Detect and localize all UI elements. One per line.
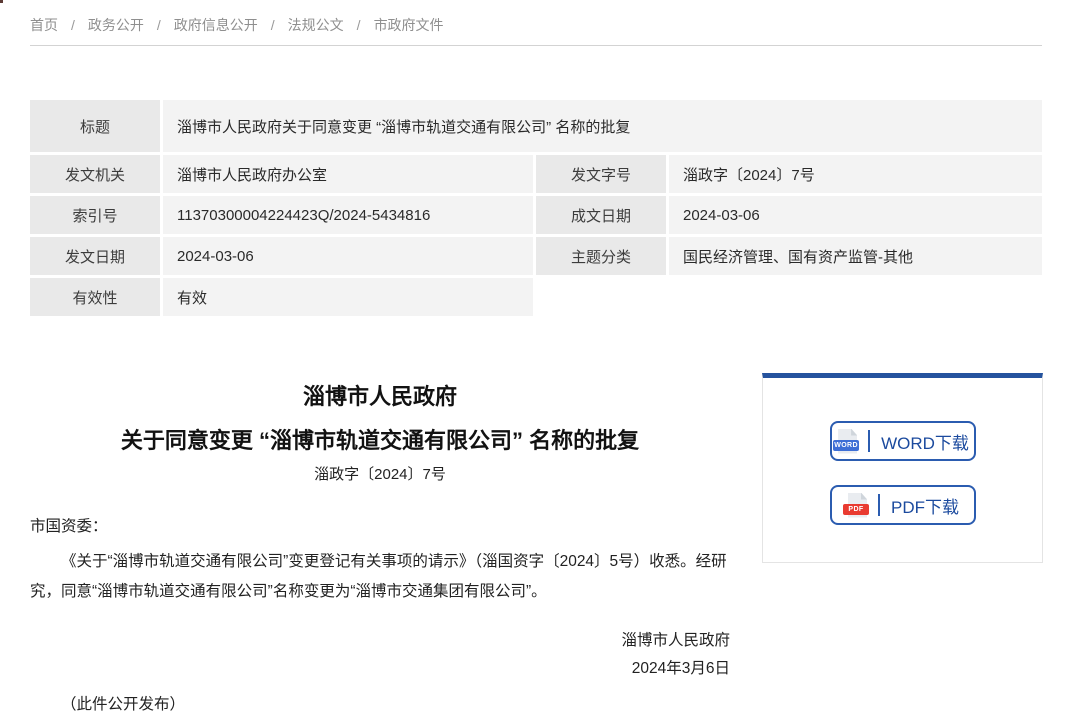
document-title-line2: 关于同意变更 “淄博市轨道交通有限公司” 名称的批复 xyxy=(30,426,730,456)
breadcrumb-item-info-disclosure[interactable]: 政府信息公开 xyxy=(174,15,258,35)
meta-label-title: 标题 xyxy=(30,100,160,152)
signature-date: 2024年3月6日 xyxy=(30,655,730,683)
meta-value-issue-date: 2024-03-06 xyxy=(163,237,533,275)
breadcrumb-separator: / xyxy=(157,17,161,33)
page: 首页 / 政务公开 / 政府信息公开 / 法规公文 / 市政府文件 标题 淄博市… xyxy=(0,0,1072,726)
pdf-download-button[interactable]: PDF PDF下载 xyxy=(830,485,976,525)
meta-value-index-number: 11370300004224423Q/2024-5434816 xyxy=(163,196,533,234)
breadcrumb-item-home[interactable]: 首页 xyxy=(30,15,58,35)
word-download-label: WORD下载 xyxy=(881,429,969,454)
meta-label-validity: 有效性 xyxy=(30,278,160,316)
document-body: 淄博市人民政府 关于同意变更 “淄博市轨道交通有限公司” 名称的批复 淄政字〔2… xyxy=(30,370,730,717)
salutation: 市国资委： xyxy=(30,515,730,539)
word-file-icon: WORD xyxy=(836,429,857,454)
meta-label-index-number: 索引号 xyxy=(30,196,160,234)
meta-value-title: 淄博市人民政府关于同意变更 “淄博市轨道交通有限公司” 名称的批复 xyxy=(163,100,1042,152)
breadcrumb-item-regulations[interactable]: 法规公文 xyxy=(288,15,344,35)
meta-label-issue-date: 发文日期 xyxy=(30,237,160,275)
word-icon-banner: WORD xyxy=(833,440,859,451)
document-paragraph: 《关于“淄博市轨道交通有限公司”变更登记有关事项的请示》（淄国资字〔2024〕5… xyxy=(30,547,730,607)
button-divider xyxy=(878,494,880,516)
meta-value-validity: 有效 xyxy=(163,278,533,316)
meta-label-finalized-date: 成文日期 xyxy=(536,196,666,234)
corner-artifact xyxy=(0,0,3,3)
document-title-line1: 淄博市人民政府 xyxy=(30,382,730,412)
breadcrumb-item-government-affairs[interactable]: 政务公开 xyxy=(88,15,144,35)
meta-label-document-number: 发文字号 xyxy=(536,155,666,193)
breadcrumb-separator: / xyxy=(71,17,75,33)
breadcrumb-separator: / xyxy=(357,17,361,33)
meta-label-subject-category: 主题分类 xyxy=(536,237,666,275)
signature-block: 淄博市人民政府 2024年3月6日 xyxy=(30,627,730,683)
meta-value-issuing-agency: 淄博市人民政府办公室 xyxy=(163,155,533,193)
public-release-note: （此件公开发布） xyxy=(30,693,730,717)
breadcrumb-item-municipal-documents[interactable]: 市政府文件 xyxy=(374,15,444,35)
breadcrumb: 首页 / 政务公开 / 政府信息公开 / 法规公文 / 市政府文件 xyxy=(30,15,444,35)
download-panel: WORD WORD下载 PDF PDF下载 xyxy=(762,373,1043,563)
word-download-button[interactable]: WORD WORD下载 xyxy=(830,421,976,461)
pdf-file-icon: PDF xyxy=(846,493,867,518)
meta-value-subject-category: 国民经济管理、国有资产监管-其他 xyxy=(669,237,1042,275)
document-number: 淄政字〔2024〕7号 xyxy=(30,465,730,485)
pdf-download-label: PDF下载 xyxy=(891,493,959,518)
signer-name: 淄博市人民政府 xyxy=(30,627,730,655)
document-meta-table: 标题 淄博市人民政府关于同意变更 “淄博市轨道交通有限公司” 名称的批复 发文机… xyxy=(30,100,1042,316)
breadcrumb-divider xyxy=(30,45,1042,46)
breadcrumb-separator: / xyxy=(271,17,275,33)
button-divider xyxy=(868,430,870,452)
meta-label-issuing-agency: 发文机关 xyxy=(30,155,160,193)
pdf-icon-banner: PDF xyxy=(843,504,869,515)
meta-value-finalized-date: 2024-03-06 xyxy=(669,196,1042,234)
meta-value-document-number: 淄政字〔2024〕7号 xyxy=(669,155,1042,193)
